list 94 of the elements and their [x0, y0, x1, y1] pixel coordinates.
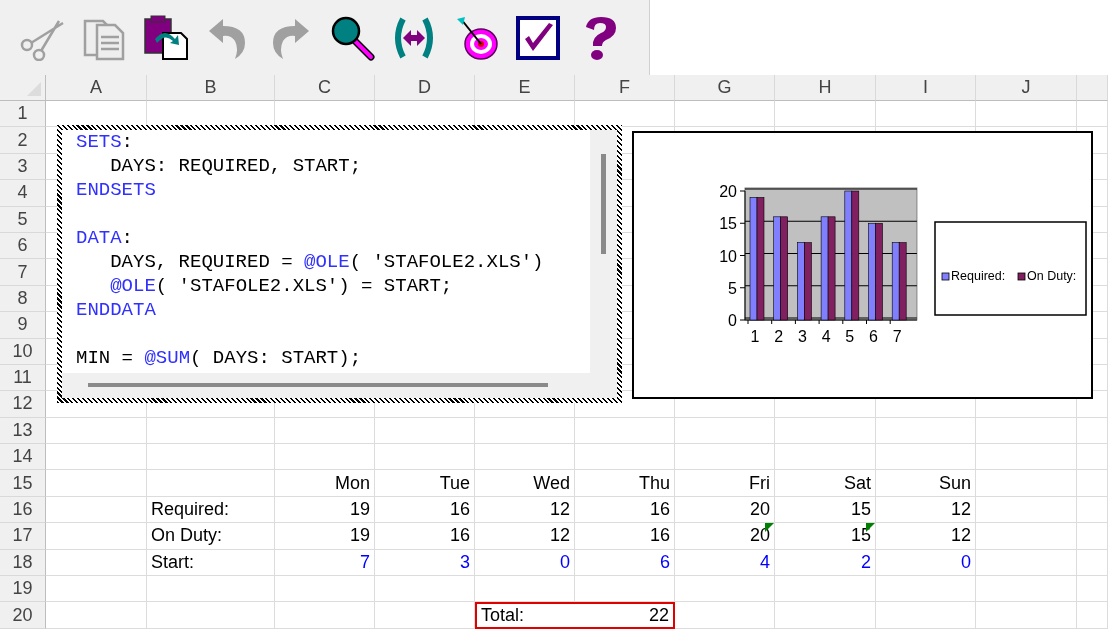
paste-icon	[143, 14, 189, 61]
total-value: 22	[648, 605, 669, 627]
code-line: DAYS: REQUIRED, START;	[110, 154, 362, 178]
column-header[interactable]: G	[675, 75, 775, 101]
table-cell: 16	[575, 523, 675, 550]
row-number: 17	[0, 523, 46, 550]
column-label: Mon	[275, 470, 375, 497]
table-cell: 15	[775, 496, 876, 524]
axis-tick-label: 15	[719, 215, 737, 233]
total-label: Total:	[481, 605, 525, 627]
code-line: @OLE( 'STAFOLE2.XLS') = START;	[110, 274, 453, 298]
row-number: 13	[0, 417, 46, 445]
row-number: 10	[0, 338, 46, 365]
column-header[interactable]: D	[375, 75, 475, 101]
toolbar-button[interactable]	[142, 13, 190, 62]
column-header[interactable]: I	[876, 75, 976, 101]
row-number: 15	[0, 470, 46, 497]
row-label: Start:	[147, 549, 275, 577]
axis-tick-label: 3	[797, 328, 807, 345]
row-number: 1	[0, 101, 46, 128]
table-cell: 0	[475, 549, 575, 577]
column-header[interactable]: J	[976, 75, 1077, 101]
column-header[interactable]: E	[475, 75, 575, 101]
table-cell: 12	[876, 496, 976, 524]
legend-label: Required:	[951, 269, 1006, 283]
row-number: 16	[0, 496, 46, 524]
column-label: Thu	[575, 470, 675, 497]
code-line: DAYS, REQUIRED = @OLE( 'STAFOLE2.XLS')	[110, 250, 544, 274]
axis-tick-label: 2	[774, 328, 784, 345]
chart-object[interactable]: 0 5 10 15 20 1 2 3 4 5 6 7 Required: On Duty:	[632, 131, 1093, 399]
row-number: 9	[0, 312, 46, 339]
column-label: Sun	[876, 470, 976, 497]
table-cell: 2	[775, 549, 876, 577]
column-label: Fri	[675, 470, 775, 497]
row-number: 20	[0, 602, 46, 629]
legend-label: On Duty:	[1027, 269, 1077, 283]
table-cell: 3	[375, 549, 475, 577]
table-cell: 12	[876, 523, 976, 550]
table-cell: 12	[475, 496, 575, 524]
axis-tick-label: 4	[821, 328, 831, 345]
toolbar-button[interactable]	[514, 13, 562, 62]
row-number: 4	[0, 180, 46, 207]
column-header[interactable]: A	[46, 75, 147, 101]
row-number: 3	[0, 153, 46, 181]
row-number: 11	[0, 364, 46, 392]
table-cell: 16	[375, 496, 475, 524]
table-cell: 19	[275, 523, 375, 550]
table-cell: 12	[475, 523, 575, 550]
axis-tick-label: 7	[892, 328, 902, 345]
scrollbar-thumb[interactable]	[88, 383, 548, 387]
axis-tick-label: 10	[719, 247, 737, 265]
row-number: 2	[0, 127, 46, 154]
axis-tick-label: 6	[869, 328, 878, 345]
axis-tick-label: 20	[719, 183, 737, 200]
row-number: 8	[0, 285, 46, 313]
axis-tick-label: 0	[728, 312, 737, 329]
table-cell: 19	[275, 496, 375, 524]
axis-tick-label: 1	[750, 328, 760, 345]
table-cell: 0	[876, 549, 976, 577]
code-line: DATA:	[76, 226, 133, 250]
column-label: Sat	[775, 470, 876, 497]
row-number: 14	[0, 444, 46, 471]
table-cell: 16	[375, 523, 475, 550]
table-cell: 20	[675, 496, 775, 524]
table-cell: 7	[275, 549, 375, 577]
column-header[interactable]: F	[575, 75, 675, 101]
table-cell: 15	[775, 523, 876, 550]
column-label: Wed	[475, 470, 575, 497]
code-line: SETS:	[76, 130, 133, 154]
checkbox-icon	[515, 14, 561, 61]
code-editor-object[interactable]: SETS: DAYS: REQUIRED, START; ENDSETS DATA: DAYS, REQUIRED = @OLE( 'STAFOLE2.XLS') @OLE( 'STAFOLE2.XLS') = START; ENDDATA MIN = @SUM( DAYS: START);	[57, 125, 622, 403]
row-number: 19	[0, 576, 46, 603]
row-number: 5	[0, 206, 46, 233]
column-header[interactable]: C	[275, 75, 375, 101]
table-cell: 6	[575, 549, 675, 577]
code-line: ENDDATA	[76, 298, 156, 322]
row-number: 7	[0, 259, 46, 286]
row-label: Required:	[147, 496, 275, 524]
row-label: On Duty:	[147, 523, 275, 550]
row-number: 18	[0, 549, 46, 577]
scrollbar-thumb[interactable]	[601, 154, 606, 254]
table-cell: 16	[575, 496, 675, 524]
row-number: 12	[0, 391, 46, 418]
row-number: 6	[0, 232, 46, 260]
table-cell: 4	[675, 549, 775, 577]
axis-tick-label: 5	[845, 328, 855, 345]
code-line: ENDSETS	[76, 178, 156, 202]
table-cell: 20	[675, 523, 775, 550]
search-icon	[329, 14, 375, 61]
column-header[interactable]: H	[775, 75, 876, 101]
code-line: MIN = @SUM( DAYS: START);	[76, 346, 362, 370]
column-label: Tue	[375, 470, 475, 497]
column-header[interactable]: B	[147, 75, 275, 101]
axis-tick-label: 5	[728, 279, 737, 297]
